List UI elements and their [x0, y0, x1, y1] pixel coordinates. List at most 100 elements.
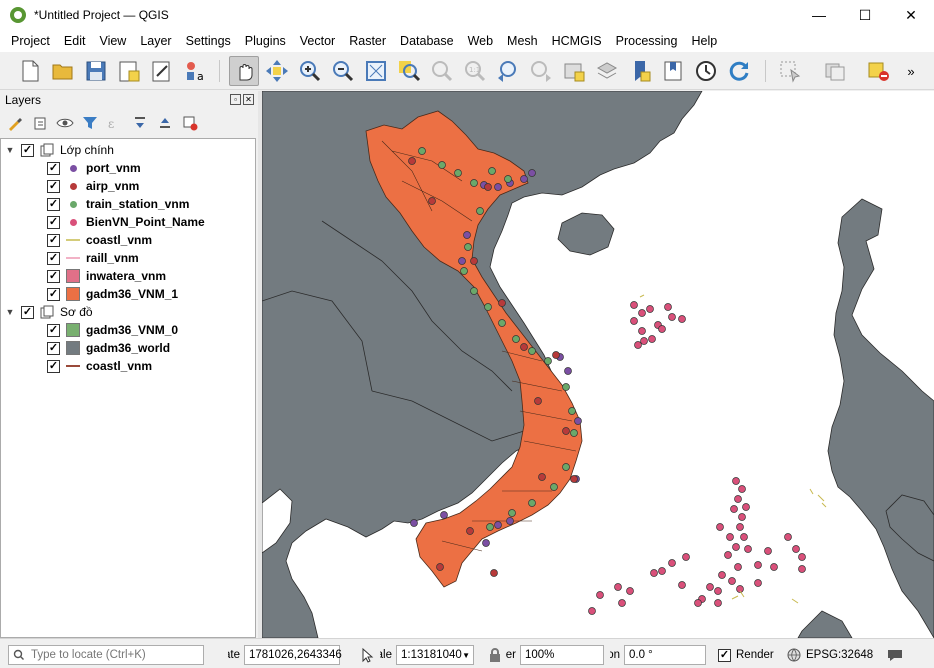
refresh-icon[interactable]: [724, 56, 754, 86]
render-checkbox[interactable]: ✓: [718, 648, 731, 662]
maximize-icon: ☐: [858, 6, 872, 23]
menu-edit[interactable]: Edit: [57, 34, 93, 48]
layer-checkbox[interactable]: ✓: [47, 359, 60, 373]
pan-map-icon[interactable]: [229, 56, 259, 86]
deselect-icon[interactable]: [820, 56, 850, 86]
layer-row[interactable]: ✓ train_station_vnm: [47, 195, 189, 213]
layer-checkbox[interactable]: ✓: [47, 341, 60, 355]
filter-legend-icon[interactable]: [81, 114, 99, 132]
maximize-button[interactable]: ☐: [842, 0, 888, 30]
more-tools-icon[interactable]: »: [896, 56, 926, 86]
line-symbol-icon: [66, 233, 80, 247]
open-styling-icon[interactable]: [6, 114, 24, 132]
layer-row[interactable]: ✓ gadm36_VNM_1: [47, 285, 178, 303]
bookmark-manager-icon[interactable]: [658, 56, 688, 86]
menu-help[interactable]: Help: [684, 34, 724, 48]
layer-row[interactable]: ✓ coastl_vnm: [47, 357, 152, 375]
layer-row[interactable]: ✓ BienVN_Point_Name: [47, 213, 205, 231]
deselect-layers-icon[interactable]: [864, 56, 894, 86]
layer-checkbox[interactable]: ✓: [47, 323, 60, 337]
new-bookmark-icon[interactable]: [559, 56, 589, 86]
remove-layer-icon[interactable]: [181, 114, 199, 132]
menu-settings[interactable]: Settings: [179, 34, 238, 48]
layer-checkbox[interactable]: ✓: [47, 161, 60, 175]
filter-expression-icon[interactable]: ε: [106, 114, 124, 132]
float-panel-icon[interactable]: ▫: [230, 94, 241, 105]
select-features-icon[interactable]: [775, 56, 805, 86]
layer-row[interactable]: ✓ port_vnm: [47, 159, 141, 177]
point-symbol-icon: [66, 161, 80, 175]
lock-scale-button[interactable]: [488, 645, 502, 665]
magnifier-field[interactable]: 100%: [520, 645, 604, 665]
menu-hcmgis[interactable]: HCMGIS: [545, 34, 609, 48]
layer-group-so-do[interactable]: ▼ ✓ Sơ đồ: [5, 303, 93, 321]
menu-raster[interactable]: Raster: [342, 34, 393, 48]
menu-view[interactable]: View: [92, 34, 133, 48]
pan-to-selection-icon[interactable]: [262, 56, 292, 86]
layer-row[interactable]: ✓ coastl_vnm: [47, 231, 152, 249]
open-project-icon[interactable]: [48, 56, 78, 86]
menu-layer[interactable]: Layer: [133, 34, 178, 48]
zoom-to-layer-icon[interactable]: [427, 56, 457, 86]
save-project-icon[interactable]: [81, 56, 111, 86]
minimize-button[interactable]: —: [796, 0, 842, 30]
layer-row[interactable]: ✓ gadm36_world: [47, 339, 170, 357]
collapse-arrow-icon[interactable]: ▼: [5, 307, 15, 317]
show-bookmarks-icon[interactable]: [592, 56, 622, 86]
close-panel-icon[interactable]: ✕: [243, 94, 254, 105]
layer-checkbox[interactable]: ✓: [47, 233, 60, 247]
temporal-controller-icon[interactable]: [691, 56, 721, 86]
layer-checkbox[interactable]: ✓: [47, 215, 60, 229]
group-icon: [40, 305, 54, 319]
collapse-arrow-icon[interactable]: ▼: [5, 145, 15, 155]
layer-row[interactable]: ✓ inwatera_vnm: [47, 267, 166, 285]
manage-visibility-icon[interactable]: [56, 114, 74, 132]
menu-project[interactable]: Project: [4, 34, 57, 48]
group-checkbox[interactable]: ✓: [21, 305, 34, 319]
layer-checkbox[interactable]: ✓: [47, 287, 60, 301]
collapse-all-icon[interactable]: [156, 114, 174, 132]
menu-processing[interactable]: Processing: [609, 34, 685, 48]
render-toggle[interactable]: ✓ Render: [718, 645, 774, 665]
messages-button[interactable]: [886, 645, 904, 665]
coordinate-field[interactable]: 1781026,2643346: [244, 645, 342, 665]
menu-mesh[interactable]: Mesh: [500, 34, 545, 48]
temporal-bookmark-icon[interactable]: [625, 56, 655, 86]
style-manager-icon[interactable]: [147, 56, 177, 86]
new-print-layout-icon[interactable]: [114, 56, 144, 86]
menu-bar: Project Edit View Layer Settings Plugins…: [0, 30, 934, 52]
locate-input[interactable]: Type to locate (Ctrl+K): [8, 645, 204, 665]
close-button[interactable]: ✕: [888, 0, 934, 30]
layer-checkbox[interactable]: ✓: [47, 251, 60, 265]
menu-vector[interactable]: Vector: [293, 34, 342, 48]
layer-checkbox[interactable]: ✓: [47, 269, 60, 283]
expand-all-icon[interactable]: [131, 114, 149, 132]
zoom-native-icon[interactable]: 1:1: [460, 56, 490, 86]
zoom-full-icon[interactable]: [361, 56, 391, 86]
add-group-icon[interactable]: [31, 114, 49, 132]
zoom-next-icon[interactable]: [526, 56, 556, 86]
zoom-out-icon[interactable]: [328, 56, 358, 86]
zoom-in-icon[interactable]: [295, 56, 325, 86]
map-canvas[interactable]: [262, 91, 934, 638]
menu-web[interactable]: Web: [461, 34, 500, 48]
rotation-value: 0.0 °: [629, 649, 653, 661]
layer-checkbox[interactable]: ✓: [47, 197, 60, 211]
layer-row[interactable]: ✓ airp_vnm: [47, 177, 139, 195]
zoom-last-icon[interactable]: [493, 56, 523, 86]
rotation-field[interactable]: 0.0 °: [624, 645, 706, 665]
scale-combo[interactable]: 1:13181040 ▼: [396, 645, 474, 665]
layer-styling-icon[interactable]: a: [180, 56, 210, 86]
zoom-to-selection-icon[interactable]: [394, 56, 424, 86]
layer-group-lop-chinh[interactable]: ▼ ✓ Lớp chính: [5, 141, 114, 159]
toggle-extents-button[interactable]: [360, 645, 374, 665]
layer-row[interactable]: ✓ gadm36_VNM_0: [47, 321, 178, 339]
menu-database[interactable]: Database: [393, 34, 461, 48]
new-project-icon[interactable]: [15, 56, 45, 86]
menu-plugins[interactable]: Plugins: [238, 34, 293, 48]
layer-row[interactable]: ✓ raill_vnm: [47, 249, 139, 267]
crs-value: EPSG:32648: [806, 649, 874, 661]
crs-button[interactable]: EPSG:32648: [786, 645, 873, 665]
layer-checkbox[interactable]: ✓: [47, 179, 60, 193]
group-checkbox[interactable]: ✓: [21, 143, 34, 157]
